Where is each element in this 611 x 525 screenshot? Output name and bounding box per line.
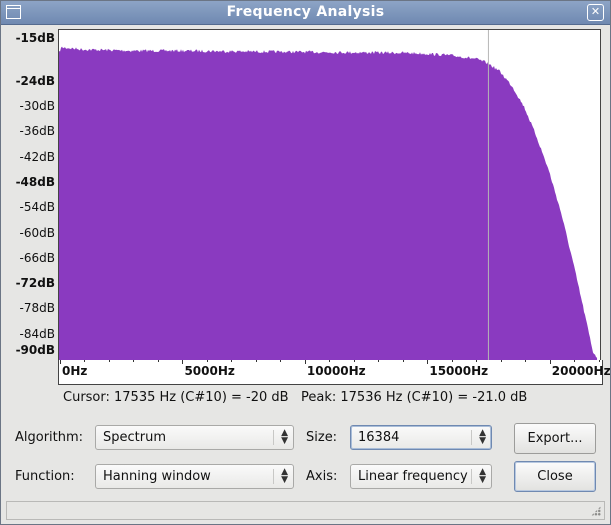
db-axis: -15dB -24dB -30dB -36dB -42dB -48dB -54dB -60dB… [1,26,58,361]
hz-tick-mark [133,360,135,362]
updown-arrows-icon: ▲ ▼ [479,428,486,446]
algorithm-select[interactable]: Spectrum ▲ ▼ [95,425,294,450]
hz-tick-mark [280,360,282,362]
updown-arrows-icon: ▲ ▼ [281,428,288,446]
hz-tick-mark [84,360,86,362]
frequency-analysis-window: Frequency Analysis ✕ -15dB -24dB -30dB -36d… [0,0,611,525]
size-label: Size: [306,430,338,445]
db-tick-label: -30dB [19,99,55,114]
db-tick-label: -78dB [19,301,55,316]
hz-tick-label: 0Hz [62,364,88,378]
hz-tick-mark [574,360,576,362]
hz-tick-mark [231,360,233,362]
function-label: Function: [15,469,75,484]
hz-tick-mark [157,360,159,362]
hz-tick-mark [182,360,184,364]
combo-separator [471,469,472,484]
db-tick-label: -42dB [19,149,55,164]
resize-grip-icon[interactable] [591,506,601,516]
hz-tick-mark [353,360,355,362]
hz-tick-mark [304,360,306,364]
hz-tick-mark [60,360,61,364]
spectrum-area [59,46,599,382]
hz-tick-mark [108,360,110,362]
db-tick-label: -36dB [19,124,55,139]
db-tick-label: -90dB [15,343,55,357]
combo-separator [273,430,274,445]
frequency-axis: 0Hz 5000Hz 10000Hz 15000Hz 20000Hz [58,360,610,385]
size-select[interactable]: 16384 ▲ ▼ [350,425,492,450]
cursor-readout: Cursor: 17535 Hz (C#10) = -20 dB [63,390,289,405]
peak-readout: Peak: 17536 Hz (C#10) = -21.0 dB [301,390,528,405]
db-tick-label: -60dB [19,225,55,240]
algorithm-label: Algorithm: [15,430,84,445]
hz-tick-mark [206,360,208,362]
db-tick-label: -66dB [19,250,55,265]
updown-arrows-icon: ▲ ▼ [281,467,288,485]
algorithm-value: Spectrum [103,430,166,445]
hz-tick-mark [451,360,453,362]
hz-tick-mark [329,360,331,362]
hz-tick-label: 15000Hz [429,364,489,378]
hz-tick-mark [402,360,404,362]
status-bar [6,501,605,520]
db-tick-label: -72dB [15,276,55,291]
function-value: Hanning window [103,469,211,484]
hz-tick-mark [476,360,478,362]
window-title: Frequency Analysis [226,4,385,20]
hz-tick-label: 20000Hz [551,364,611,378]
size-value: 16384 [358,430,400,445]
hz-tick-mark [255,360,257,362]
hz-tick-mark [378,360,380,362]
spectrum-plot[interactable] [58,29,601,382]
axis-label: Axis: [306,469,338,484]
export-button[interactable]: Export... [514,423,596,454]
hz-tick-mark [427,360,429,364]
hz-tick-mark [525,360,527,362]
combo-separator [471,430,472,445]
db-tick-label: -24dB [15,73,55,88]
axis-value: Linear frequency [358,469,468,484]
db-tick-label: -48dB [15,175,55,190]
hz-tick-mark [500,360,502,362]
title-bar[interactable]: Frequency Analysis ✕ [1,1,610,25]
db-tick-label: -54dB [19,200,55,215]
axis-select[interactable]: Linear frequency ▲ ▼ [350,464,492,489]
hz-tick-label: 5000Hz [184,364,235,378]
updown-arrows-icon: ▲ ▼ [479,467,486,485]
function-select[interactable]: Hanning window ▲ ▼ [95,464,294,489]
hz-tick-label: 10000Hz [306,364,366,378]
hz-tick-mark [549,360,551,364]
combo-separator [273,469,274,484]
close-icon[interactable]: ✕ [587,4,604,21]
close-button[interactable]: Close [514,461,596,492]
db-tick-label: -15dB [15,31,55,45]
db-tick-label: -84dB [19,326,55,341]
spectrum-chart[interactable] [59,30,600,382]
hz-tick-mark [598,360,600,362]
